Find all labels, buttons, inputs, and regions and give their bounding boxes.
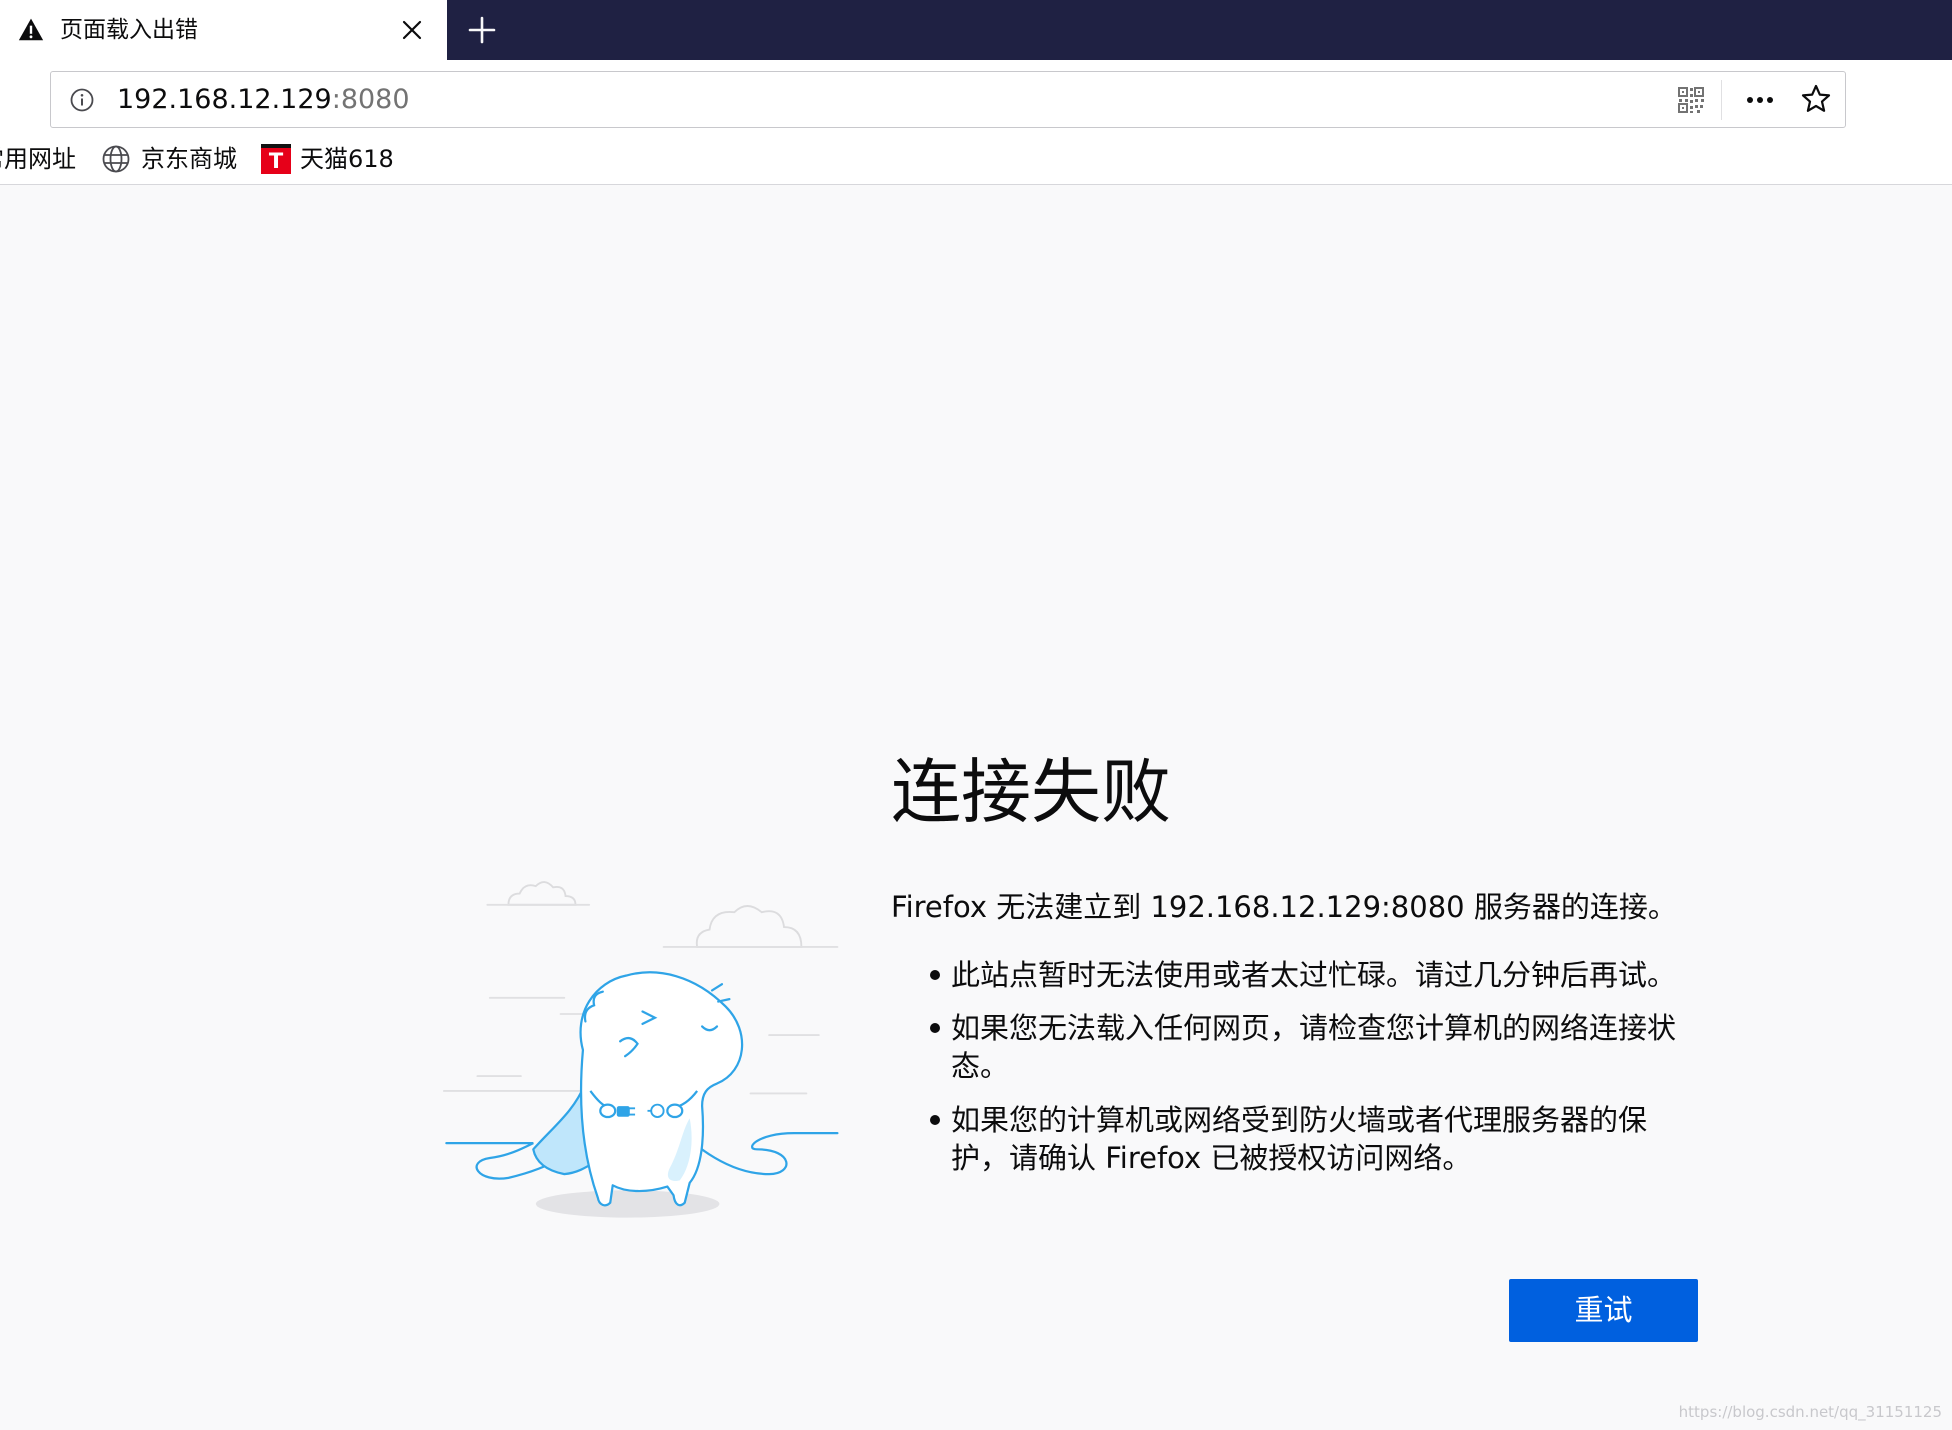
- tab-strip: 页面载入出错: [0, 0, 1952, 60]
- star-icon[interactable]: [1800, 83, 1832, 115]
- watermark: https://blog.csdn.net/qq_31151125: [1678, 1403, 1942, 1421]
- error-bullet-1: 此站点暂时无法使用或者太过忙碌。请过几分钟后再试。: [951, 958, 1677, 992]
- qr-code-icon[interactable]: [1677, 86, 1705, 114]
- tab-title: 页面载入出错: [60, 17, 198, 43]
- more-horizontal-icon[interactable]: [1744, 89, 1776, 111]
- error-intro: Firefox 无法建立到 192.168.12.129:8080 服务器的连接…: [891, 890, 1677, 924]
- bullet-dot: [930, 970, 940, 980]
- dinosaur-unplugged-illustration: [440, 870, 850, 1230]
- dino-body: [579, 971, 744, 1207]
- bookmark-item[interactable]: 天猫618: [300, 142, 394, 176]
- background-clouds: [507, 881, 803, 948]
- cloud-large: [695, 905, 803, 948]
- error-title: 连接失败: [891, 751, 1171, 833]
- close-icon[interactable]: [401, 19, 423, 41]
- bullet-dot: [930, 1023, 940, 1033]
- svg-text:T: T: [269, 149, 284, 173]
- plus-icon[interactable]: [464, 12, 500, 48]
- tab-active[interactable]: 页面载入出错: [0, 0, 447, 60]
- bookmark-item[interactable]: 京东商城: [141, 142, 237, 176]
- bookmark-item[interactable]: 常用网址: [0, 142, 76, 176]
- warning-icon: [18, 17, 44, 43]
- retry-button[interactable]: 重试: [1509, 1279, 1698, 1342]
- error-bullet-2: 如果您无法载入任何网页，请检查您计算机的网络连接状: [951, 1011, 1677, 1045]
- cloud-small: [507, 881, 577, 906]
- url-host: 192.168.12.129: [117, 84, 332, 115]
- tmall-icon[interactable]: T: [261, 144, 291, 174]
- info-icon[interactable]: [70, 88, 94, 112]
- url-bar-separator: [1721, 80, 1722, 120]
- bullet-dot: [930, 1115, 940, 1125]
- globe-icon[interactable]: [101, 144, 131, 174]
- url-port: :8080: [331, 84, 410, 115]
- ground-shadow: [535, 1190, 720, 1218]
- error-bullet-2-continued: 态。: [951, 1049, 1010, 1083]
- error-bullet-3: 如果您的计算机或网络受到防火墙或者代理服务器的保: [951, 1103, 1648, 1137]
- url-text[interactable]: 192.168.12.129:8080: [117, 71, 410, 128]
- error-bullet-3-continued: 护，请确认 Firefox 已被授权访问网络。: [951, 1141, 1472, 1175]
